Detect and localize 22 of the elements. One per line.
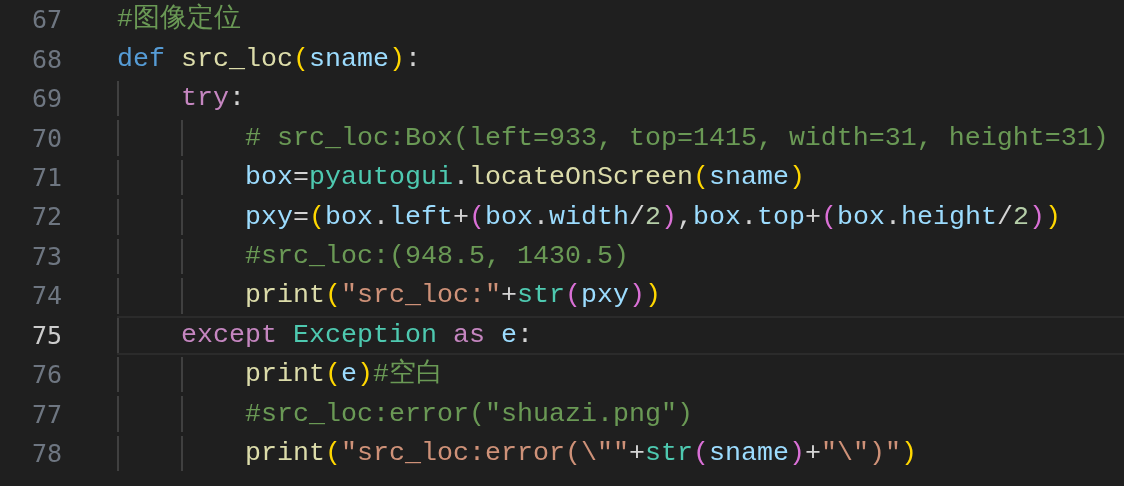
line-number: 67 <box>30 5 62 35</box>
line-number: 73 <box>30 241 62 271</box>
line-number: 75 <box>30 320 62 350</box>
code-line: except Exception as e: <box>181 321 533 349</box>
line-number: 69 <box>30 84 62 114</box>
line-number: 72 <box>30 202 62 232</box>
line-number: 68 <box>30 44 62 74</box>
code-line: try: <box>181 85 245 112</box>
code-line: #src_loc:error("shuazi.png") <box>245 400 693 428</box>
code-line: # src_loc:Box(left=933, top=1415, width=31, height=31) <box>245 124 1109 152</box>
line-number: 77 <box>30 399 62 429</box>
line-number: 76 <box>30 360 62 390</box>
line-number: 71 <box>30 162 62 192</box>
line-number: 74 <box>30 281 62 311</box>
code-line: print("src_loc:error(\""+str(sname)+"\")") <box>245 440 917 467</box>
code-line: print("src_loc:"+str(pxy)) <box>245 282 661 310</box>
code-line: def src_loc(sname): <box>117 45 421 73</box>
code-line: #src_loc:(948.5, 1430.5) <box>245 243 629 270</box>
code-line: pxy=(box.left+(box.width/2),box.top+(box.height/2)) <box>245 203 1061 231</box>
line-number: 70 <box>30 123 62 153</box>
code-line: box=pyautogui.locateOnScreen(sname) <box>245 164 805 191</box>
line-number: 78 <box>30 439 62 469</box>
